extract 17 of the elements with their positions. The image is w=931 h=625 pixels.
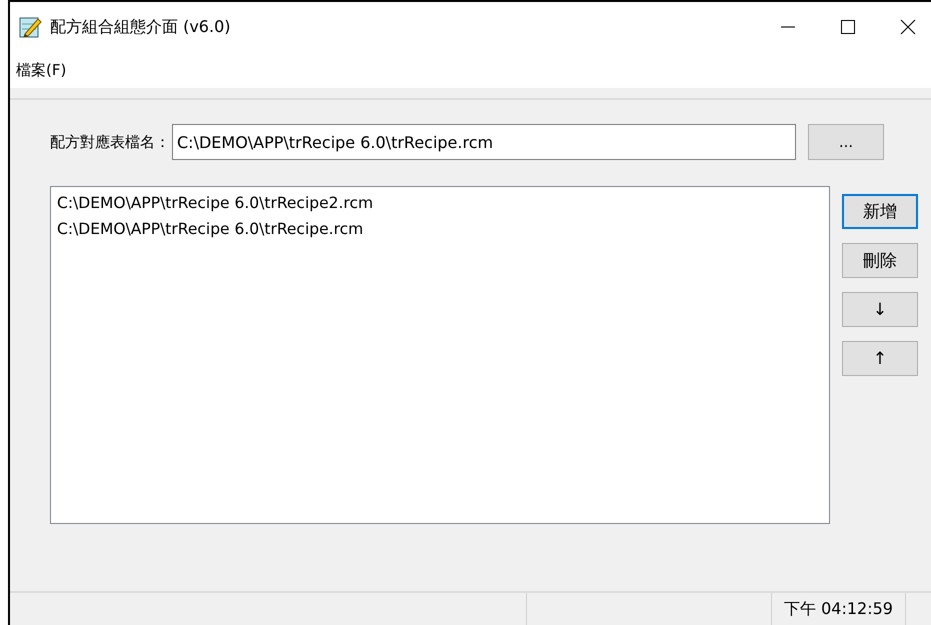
field-label: 配方對應表檔名：	[50, 132, 170, 152]
minimize-icon	[780, 26, 796, 28]
window-title: 配方組合組態介面 (v6.0)	[50, 16, 230, 38]
file-listbox[interactable]: C:\DEMO\APP\trRecipe 6.0\trRecipe2.rcm C:\DEMO\APP\trRecipe 6.0\trRecipe.rcm	[50, 186, 830, 524]
menu-item[interactable]: 檔案(F)	[16, 60, 66, 80]
pencil-notepad-icon	[18, 15, 42, 39]
list-item[interactable]: C:\DEMO\APP\trRecipe 6.0\trRecipe.rcm	[57, 216, 823, 242]
close-icon	[900, 19, 916, 35]
status-time: 下午 04:12:59	[772, 593, 906, 625]
filename-field[interactable]: C:\DEMO\APP\trRecipe 6.0\trRecipe.rcm	[172, 124, 796, 160]
browse-button[interactable]: ...	[808, 124, 884, 160]
maximize-icon	[840, 19, 856, 35]
list-action-button[interactable]: ↑	[842, 341, 918, 376]
list-action-button[interactable]: ↓	[842, 292, 918, 327]
list-action-button[interactable]: 新增	[842, 194, 918, 229]
list-action-button[interactable]: 刪除	[842, 243, 918, 278]
list-item[interactable]: C:\DEMO\APP\trRecipe 6.0\trRecipe2.rcm	[57, 190, 823, 216]
